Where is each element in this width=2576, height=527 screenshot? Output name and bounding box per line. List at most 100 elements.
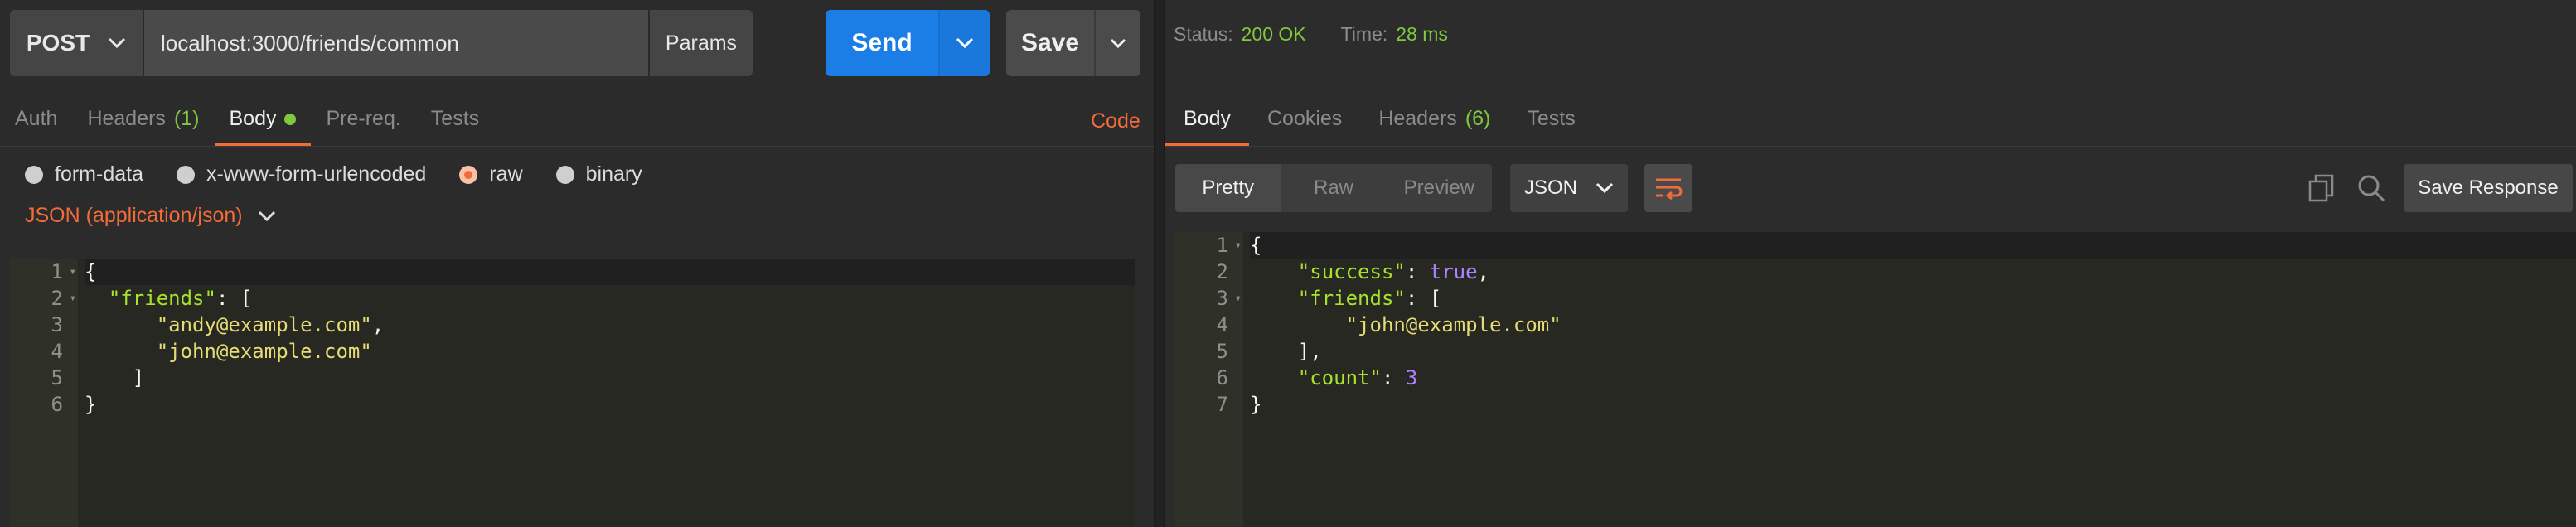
radio-form-data[interactable]: form-data [25,162,143,186]
tab-response-body[interactable]: Body [1165,107,1249,146]
punct: : [1405,260,1430,283]
tab-label: Body [229,107,277,130]
tab-headers[interactable]: Headers (1) [72,107,214,146]
tab-response-headers[interactable]: Headers (6) [1360,107,1508,146]
code-line: "andy@example.com", [85,312,1135,338]
radio-binary[interactable]: binary [555,162,642,186]
request-tabs: Auth Headers (1) Body Pre-req. Tests [0,96,494,146]
punct: } [1250,393,1262,416]
wrap-lines-button[interactable] [1644,164,1692,212]
tab-divider [1165,146,2576,147]
chevron-down-icon [258,210,275,221]
punct: } [85,393,97,416]
url-input[interactable] [144,10,648,76]
request-body-editor[interactable]: 1 2 3 4 5 6 { "friends": [ "andy@example… [10,259,1135,527]
punct: , [371,313,385,336]
tab-label: Headers [1378,107,1457,130]
json-number: 3 [1405,366,1418,389]
tab-label: Cookies [1266,107,1343,130]
wrap-lines-icon [1656,178,1683,201]
send-options-button[interactable] [938,10,990,76]
tab-divider [0,146,1154,147]
headers-count: (1) [173,107,200,130]
radio-raw[interactable]: raw [459,162,523,186]
radio-label: form-data [55,162,143,186]
send-button[interactable]: Send [826,10,990,76]
tab-cookies[interactable]: Cookies [1249,107,1360,146]
tab-label: Headers [87,107,166,130]
chevron-down-icon [1595,182,1614,194]
line-number-gutter: 1 2 3 4 5 6 [10,259,78,527]
pane-resize-handle[interactable] [1154,0,1165,527]
code-line: ] [85,365,1135,391]
tab-auth[interactable]: Auth [0,107,72,146]
tab-label: Tests [430,107,480,130]
content-type-select[interactable]: JSON (application/json) [25,204,276,228]
save-response-button[interactable]: Save Response [2404,164,2573,212]
params-button[interactable]: Params [648,10,753,76]
view-preview-button[interactable]: Preview [1387,164,1492,212]
json-key: "friends" [108,287,216,310]
line-number: 6 [51,393,63,416]
code-link[interactable]: Code [1091,109,1140,133]
code-line: "john@example.com" [85,338,1135,365]
json-string: "andy@example.com" [156,313,372,336]
line-number: 1 [1175,232,1243,259]
body-indicator-dot-icon [284,113,297,125]
tab-label: Pre-req. [326,107,401,130]
tab-label: Tests [1527,107,1576,130]
view-pretty-button[interactable]: Pretty [1175,164,1281,212]
line-number: 2 [10,285,78,312]
view-mode-toggle: Pretty Raw Preview [1175,164,1492,212]
radio-urlencoded[interactable]: x-www-form-urlencoded [176,162,427,186]
response-body-viewer[interactable]: 1 2 3 4 5 6 7 { "success": true, "friend… [1175,232,2576,527]
tab-pre-request[interactable]: Pre-req. [311,107,415,146]
code-line: } [85,391,1135,418]
content-type-label: JSON (application/json) [25,204,243,227]
json-boolean: true [1429,260,1478,283]
save-button[interactable]: Save [1006,10,1140,76]
format-select[interactable]: JSON [1510,164,1628,212]
line-number: 3 [51,313,63,336]
line-number: 4 [51,340,63,363]
body-type-radios: form-data x-www-form-urlencoded raw bina… [25,162,642,186]
code-line: "friends": [ [1250,285,2576,312]
chevron-down-icon [956,37,974,49]
format-label: JSON [1523,176,1577,199]
headers-count: (6) [1465,107,1491,130]
radio-label: x-www-form-urlencoded [206,162,427,186]
code-line: { [1250,232,2576,259]
code-line: "count": 3 [1250,365,2576,391]
code-line: "john@example.com" [1250,312,2576,338]
json-key: "success" [1297,260,1406,283]
chevron-down-icon [109,37,126,49]
punct: : [ [215,287,253,310]
json-string: "john@example.com" [1345,313,1562,336]
method-select[interactable]: POST [10,10,144,76]
punct: { [1250,234,1262,257]
url-bar: POST Params [10,10,753,76]
line-number: 5 [51,366,63,389]
punct: : [ [1405,287,1442,310]
punct: ] [85,366,145,389]
search-icon[interactable] [2357,174,2385,206]
code-line: "success": true, [1250,259,2576,285]
code-line: { [85,259,1135,285]
radio-label: binary [585,162,642,186]
tab-response-tests[interactable]: Tests [1508,107,1593,146]
tab-tests[interactable]: Tests [416,107,494,146]
response-meta: Status: 200 OK Time: 28 ms [1174,23,1448,46]
tab-body[interactable]: Body [214,107,312,146]
code-area: { "friends": [ "andy@example.com", "john… [85,259,1135,418]
save-options-button[interactable] [1094,10,1140,76]
time-value: 28 ms [1396,23,1448,45]
copy-icon[interactable] [2307,174,2336,206]
line-number-gutter: 1 2 3 4 5 6 7 [1175,232,1243,527]
radio-circle-icon [555,165,574,184]
view-raw-button[interactable]: Raw [1281,164,1386,212]
